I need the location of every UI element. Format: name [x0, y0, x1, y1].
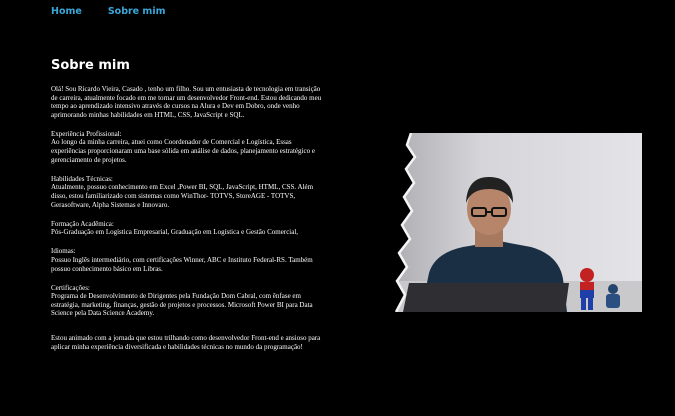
- section-skills: Habilidades Técnicas: Atualmente, possuo…: [51, 175, 326, 209]
- section-body: Pós-Graduação em Logística Empresarial, …: [51, 228, 299, 237]
- section-experience: Experiência Profissional: Ao longo da mi…: [51, 130, 326, 164]
- intro-paragraph: Olá! Sou Ricardo Vieira, Casado , tenho …: [51, 85, 322, 119]
- section-body: Possuo Inglês intermediário, com certifi…: [51, 255, 313, 273]
- top-nav: Home Sobre mim: [51, 6, 166, 17]
- nav-about-link[interactable]: Sobre mim: [108, 6, 166, 17]
- profile-photo-illustration: [351, 133, 642, 312]
- closing-paragraph: Estou animado com a jornada que estou tr…: [51, 333, 321, 351]
- section-heading: Formação Acadêmica:: [51, 219, 114, 228]
- section-heading: Habilidades Técnicas:: [51, 174, 113, 183]
- page-title: Sobre mim: [51, 58, 130, 73]
- section-languages: Idiomas: Possuo Inglês intermediário, co…: [51, 247, 326, 273]
- section-heading: Certificações:: [51, 283, 90, 292]
- section-heading: Experiência Profissional:: [51, 129, 122, 138]
- section-certifications: Certificações: Programa de Desenvolvimen…: [51, 284, 326, 318]
- about-text: Olá! Sou Ricardo Vieira, Casado , tenho …: [51, 85, 326, 362]
- nav-home-link[interactable]: Home: [51, 6, 82, 17]
- profile-photo: [351, 133, 642, 312]
- section-body: Programa de Desenvolvimento de Dirigente…: [51, 292, 313, 318]
- section-education: Formação Acadêmica: Pós-Graduação em Log…: [51, 220, 326, 237]
- section-body: Atualmente, possuo conhecimento em Excel…: [51, 183, 314, 209]
- section-heading: Idiomas:: [51, 247, 76, 256]
- section-body: Ao longo da minha carreira, atuei como C…: [51, 138, 315, 164]
